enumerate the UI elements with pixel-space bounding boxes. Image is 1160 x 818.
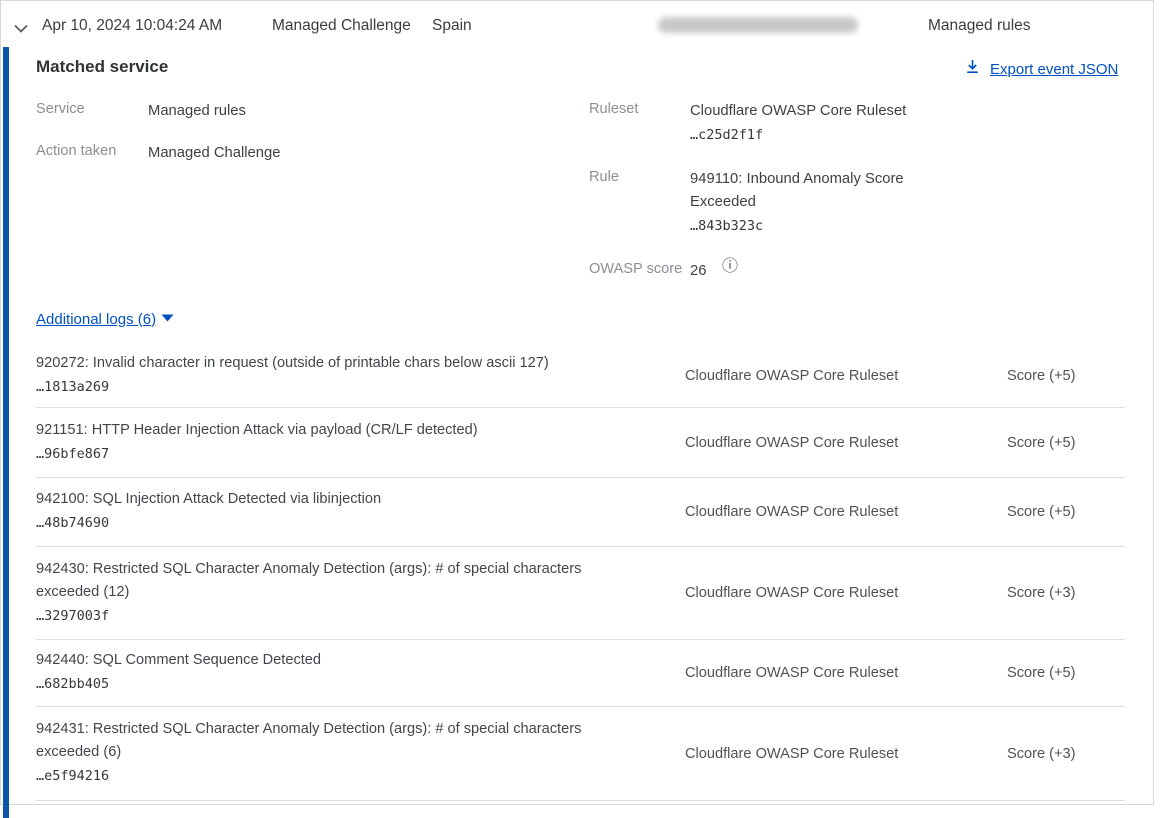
log-ruleset-name: Cloudflare OWASP Core Ruleset — [685, 368, 975, 384]
rule-field-label: Rule — [589, 169, 619, 185]
event-timestamp: Apr 10, 2024 10:04:24 AM — [42, 17, 222, 35]
info-icon[interactable]: ⓘ — [722, 258, 738, 276]
log-score: Score (+5) — [1007, 665, 1125, 681]
action-taken-field-value: Managed Challenge — [148, 142, 280, 165]
ruleset-field-label: Ruleset — [589, 101, 638, 117]
log-score: Score (+3) — [1007, 585, 1125, 601]
ruleset-field-value: Cloudflare OWASP Core Ruleset …c25d2f1f — [690, 100, 940, 147]
log-rule-description: 920272: Invalid character in request (ou… — [36, 352, 626, 375]
owasp-score-value: 26 — [690, 260, 706, 283]
log-rule-description: 942430: Restricted SQL Character Anomaly… — [36, 558, 626, 604]
service-field-label: Service — [36, 101, 85, 117]
rule-field-value: 949110: Inbound Anomaly Score Exceeded …… — [690, 168, 925, 238]
action-taken-field-label: Action taken — [36, 143, 116, 159]
log-score: Score (+5) — [1007, 504, 1125, 520]
service-field-value: Managed rules — [148, 100, 246, 123]
event-action: Managed Challenge — [272, 17, 411, 35]
log-score: Score (+5) — [1007, 435, 1125, 451]
log-ruleset-name: Cloudflare OWASP Core Ruleset — [685, 665, 975, 681]
log-row: 942431: Restricted SQL Character Anomaly… — [36, 707, 1125, 801]
log-ruleset-name: Cloudflare OWASP Core Ruleset — [685, 746, 975, 762]
security-event-detail-page: Apr 10, 2024 10:04:24 AM Managed Challen… — [0, 0, 1160, 818]
chevron-down-icon[interactable] — [13, 21, 29, 39]
matched-service-title: Matched service — [36, 57, 168, 77]
log-ruleset-name: Cloudflare OWASP Core Ruleset — [685, 504, 975, 520]
additional-logs-toggle[interactable]: Additional logs (6) — [36, 310, 174, 328]
log-row: 921151: HTTP Header Injection Attack via… — [36, 408, 1125, 478]
log-rule-description: 921151: HTTP Header Injection Attack via… — [36, 419, 626, 442]
log-rule-hash: …682bb405 — [36, 672, 626, 697]
event-country: Spain — [432, 17, 472, 35]
event-service: Managed rules — [928, 17, 1031, 35]
log-rule-hash: …e5f94216 — [36, 764, 626, 789]
log-row: 942430: Restricted SQL Character Anomaly… — [36, 547, 1125, 640]
log-rule-description: 942100: SQL Injection Attack Detected vi… — [36, 488, 626, 511]
expanded-row-accent-bar — [3, 47, 9, 818]
ruleset-name: Cloudflare OWASP Core Ruleset — [690, 100, 940, 123]
rule-id-hash: …843b323c — [690, 214, 925, 238]
log-row: 920272: Invalid character in request (ou… — [36, 345, 1125, 408]
log-row: 942100: SQL Injection Attack Detected vi… — [36, 478, 1125, 547]
export-event-json-link[interactable]: Export event JSON — [964, 58, 1118, 80]
additional-logs-label: Additional logs (6) — [36, 311, 156, 328]
log-rule-hash: …1813a269 — [36, 375, 626, 400]
log-rule-hash: …48b74690 — [36, 511, 626, 536]
log-ruleset-name: Cloudflare OWASP Core Ruleset — [685, 435, 975, 451]
export-event-json-label: Export event JSON — [990, 61, 1118, 78]
ruleset-id-hash: …c25d2f1f — [690, 123, 940, 147]
log-rule-description: 942440: SQL Comment Sequence Detected — [36, 649, 626, 672]
log-rule-hash: …96bfe867 — [36, 442, 626, 467]
log-rule-description: 942431: Restricted SQL Character Anomaly… — [36, 718, 626, 764]
owasp-score-label: OWASP score — [589, 261, 682, 277]
rule-name: 949110: Inbound Anomaly Score Exceeded — [690, 168, 925, 214]
additional-logs-table: 920272: Invalid character in request (ou… — [36, 345, 1125, 801]
redacted-host-value — [658, 17, 858, 33]
log-score: Score (+5) — [1007, 368, 1125, 384]
log-row: 942440: SQL Comment Sequence Detected …6… — [36, 640, 1125, 707]
log-rule-hash: …3297003f — [36, 604, 626, 629]
log-score: Score (+3) — [1007, 746, 1125, 762]
log-ruleset-name: Cloudflare OWASP Core Ruleset — [685, 585, 975, 601]
caret-down-icon — [161, 310, 174, 328]
download-icon — [964, 58, 981, 80]
